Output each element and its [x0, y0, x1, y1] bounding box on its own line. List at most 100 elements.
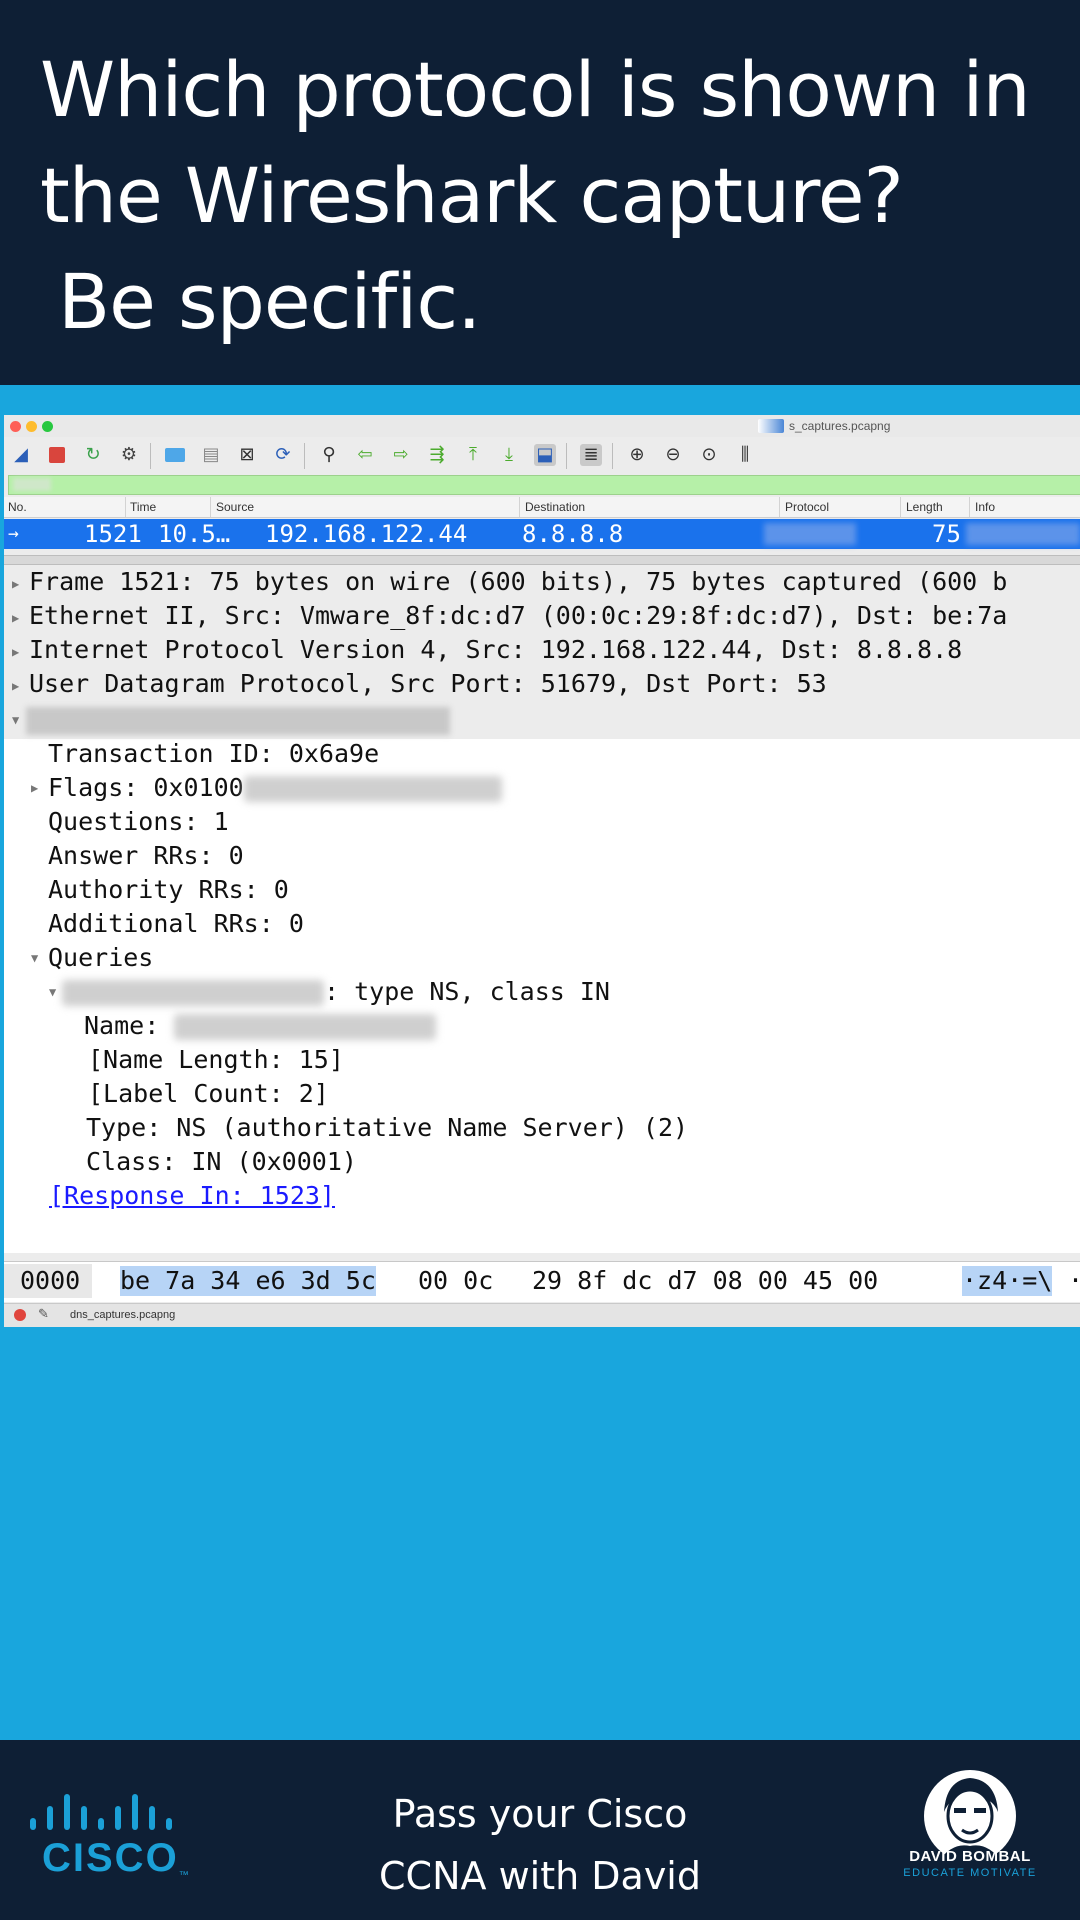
edit-comment-icon[interactable]: ✎: [38, 1306, 49, 1322]
detail-ethernet[interactable]: Ethernet II, Src: Vmware_8f:dc:d7 (00:0c…: [29, 601, 1007, 631]
column-divider: [125, 497, 126, 517]
expand-triangle-icon[interactable]: ▶: [12, 679, 19, 693]
display-filter-input[interactable]: [8, 475, 1080, 495]
expert-info-icon[interactable]: [14, 1309, 26, 1321]
reload-icon[interactable]: ⟳: [272, 444, 294, 466]
restart-icon[interactable]: ↻: [82, 444, 104, 466]
query-type-class: : type NS, class IN: [324, 977, 610, 1006]
detail-questions: Questions: 1: [48, 807, 229, 836]
column-divider: [519, 497, 520, 517]
column-divider: [779, 497, 780, 517]
detail-query-entry[interactable]: : type NS, class IN: [62, 977, 610, 1007]
minimize-window-button[interactable]: [26, 421, 37, 432]
shark-fin-icon[interactable]: ◢: [10, 444, 32, 466]
col-protocol[interactable]: Protocol: [785, 500, 829, 514]
gear-icon[interactable]: ⚙: [118, 444, 140, 466]
zoom-out-icon[interactable]: ⊖: [662, 444, 684, 466]
column-divider: [900, 497, 901, 517]
detail-class: Class: IN (0x0001): [86, 1147, 357, 1176]
packet-list-header: No. Time Source Destination Protocol Len…: [4, 497, 1080, 518]
window-title: s_captures.pcapng: [789, 419, 891, 433]
detail-authority-rrs: Authority RRs: 0: [48, 875, 289, 904]
toolbar-separator: [612, 443, 613, 469]
col-time[interactable]: Time: [130, 500, 156, 514]
hex-ascii-highlighted[interactable]: ·z4·=\: [962, 1266, 1053, 1296]
pane-splitter[interactable]: [4, 555, 1080, 565]
packet-source: 192.168.122.44: [265, 520, 468, 548]
query-name-redacted: [62, 980, 324, 1006]
title-bar: s_captures.pcapng: [4, 415, 1080, 437]
resize-columns-icon[interactable]: ⫼: [734, 444, 756, 466]
footer-banner: CISCO™ Pass your Cisco CCNA with David D…: [0, 1740, 1080, 1920]
folder-icon[interactable]: [164, 444, 186, 466]
filter-text-redacted: [13, 478, 51, 491]
packet-row-selected[interactable]: → 1521 10.5… 192.168.122.44 8.8.8.8 75: [4, 519, 1080, 549]
col-no[interactable]: No.: [8, 500, 27, 514]
toolbar-separator: [304, 443, 305, 469]
detail-label-count: [Label Count: 2]: [88, 1079, 329, 1108]
name-label: Name:: [84, 1011, 160, 1040]
detail-flags[interactable]: Flags: 0x0100: [48, 773, 502, 803]
collapse-triangle-icon[interactable]: ▼: [12, 713, 19, 727]
go-first-icon[interactable]: ⤒: [462, 444, 484, 466]
zoom-reset-icon[interactable]: ⊙: [698, 444, 720, 466]
question-line-3: Be specific.: [58, 257, 481, 346]
toolbar-separator: [150, 443, 151, 469]
packet-destination: 8.8.8.8: [522, 520, 624, 548]
collapse-triangle-icon[interactable]: ▼: [31, 951, 38, 965]
arrow-right-icon[interactable]: ⇨: [390, 444, 412, 466]
search-icon[interactable]: ⚲: [318, 444, 340, 466]
question-line-1: Which protocol is shown in: [40, 45, 1031, 134]
hex-bytes-1[interactable]: 00 0c: [418, 1266, 493, 1296]
question-header: Which protocol is shown in the Wireshark…: [0, 0, 1080, 385]
status-file-name: dns_captures.pcapng: [70, 1309, 176, 1321]
app-protocol-layer-redacted[interactable]: [26, 707, 450, 735]
related-packet-arrow-icon: →: [8, 523, 19, 544]
maximize-window-button[interactable]: [42, 421, 53, 432]
go-last-icon[interactable]: ⤓: [498, 444, 520, 466]
column-divider: [969, 497, 970, 517]
col-length[interactable]: Length: [906, 500, 943, 514]
hex-bytes-2[interactable]: 29 8f dc d7 08 00 45 00: [532, 1266, 878, 1296]
close-window-button[interactable]: [10, 421, 21, 432]
col-info[interactable]: Info: [975, 500, 995, 514]
flags-value: Flags: 0x0100: [48, 773, 244, 802]
response-in-link[interactable]: [Response In: 1523]: [49, 1181, 335, 1211]
colorize-icon[interactable]: ≣: [580, 444, 602, 466]
status-bar: ✎ dns_captures.pcapng: [4, 1303, 1080, 1327]
arrow-left-icon[interactable]: ⇦: [354, 444, 376, 466]
autoscroll-icon[interactable]: ⬓: [534, 444, 556, 466]
brand-tagline: EDUCATE MOTIVATE: [903, 1867, 1037, 1879]
jump-icon[interactable]: ⇶: [426, 444, 448, 466]
file-type-icon: [758, 419, 784, 433]
zoom-in-icon[interactable]: ⊕: [626, 444, 648, 466]
wireshark-window: s_captures.pcapng ◢ ↻ ⚙ ▤ ⊠ ⟳ ⚲ ⇦ ⇨ ⇶ ⤒ …: [4, 415, 1080, 1327]
detail-frame[interactable]: Frame 1521: 75 bytes on wire (600 bits),…: [29, 567, 1007, 597]
detail-queries[interactable]: Queries: [48, 943, 153, 973]
packet-details-pane: ▶ Frame 1521: 75 bytes on wire (600 bits…: [4, 567, 1080, 1253]
detail-udp[interactable]: User Datagram Protocol, Src Port: 51679,…: [29, 669, 827, 699]
hex-bytes-highlighted[interactable]: be 7a 34 e6 3d 5c: [120, 1266, 376, 1296]
name-value-redacted: [174, 1014, 437, 1040]
close-file-icon[interactable]: ⊠: [236, 444, 258, 466]
packet-no: 1521: [84, 520, 142, 548]
expand-triangle-icon[interactable]: ▶: [31, 781, 38, 795]
expand-triangle-icon[interactable]: ▶: [12, 611, 19, 625]
collapse-triangle-icon[interactable]: ▼: [49, 985, 56, 999]
detail-transaction-id: Transaction ID: 0x6a9e: [48, 739, 380, 768]
expand-triangle-icon[interactable]: ▶: [12, 645, 19, 659]
expand-triangle-icon[interactable]: ▶: [12, 577, 19, 591]
hex-ascii-tail[interactable]: ·: [1068, 1266, 1080, 1296]
detail-ip[interactable]: Internet Protocol Version 4, Src: 192.16…: [29, 635, 962, 665]
detail-type: Type: NS (authoritative Name Server) (2): [86, 1113, 689, 1142]
packet-time: 10.5…: [158, 520, 231, 548]
col-destination[interactable]: Destination: [525, 500, 585, 514]
col-source[interactable]: Source: [216, 500, 254, 514]
toolbar-separator: [566, 443, 567, 469]
detail-name: Name:: [84, 1011, 437, 1041]
packet-bytes-pane: 0000 be 7a 34 e6 3d 5c 00 0c 29 8f dc d7…: [4, 1261, 1080, 1302]
detail-additional-rrs: Additional RRs: 0: [48, 909, 304, 938]
detail-answer-rrs: Answer RRs: 0: [48, 841, 244, 870]
file-icon[interactable]: ▤: [200, 444, 222, 466]
stop-icon[interactable]: [46, 444, 68, 466]
